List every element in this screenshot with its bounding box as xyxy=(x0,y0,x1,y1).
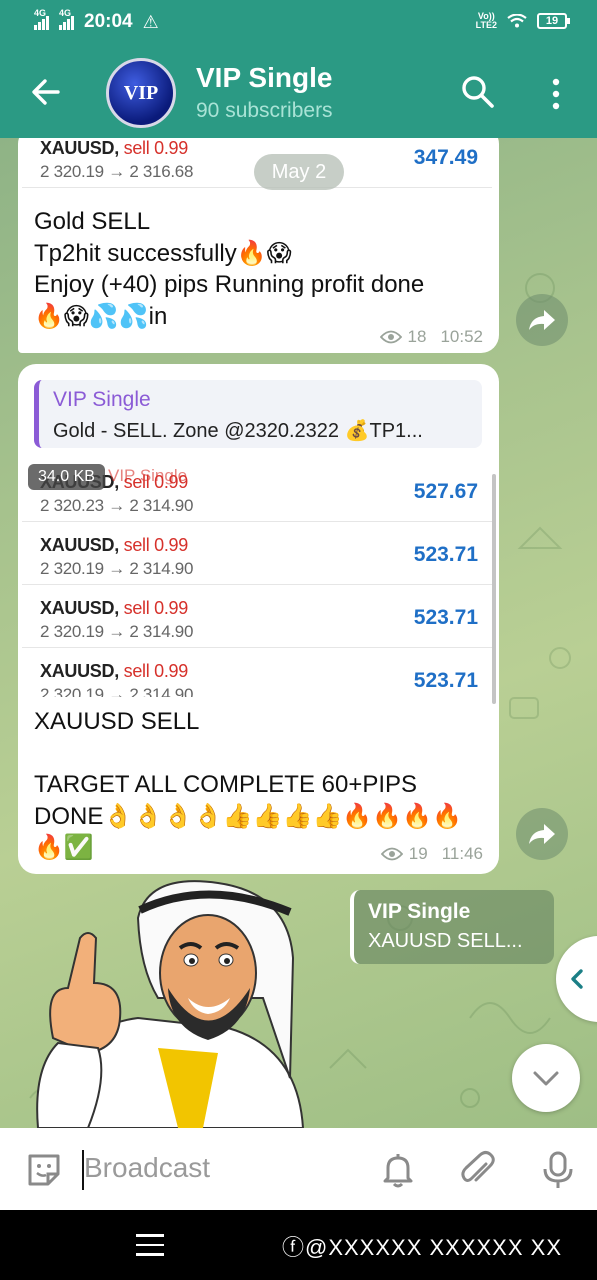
volte-bottom: LTE2 xyxy=(475,20,497,30)
forward-button-1[interactable] xyxy=(516,294,568,346)
battery-icon: 19 xyxy=(537,13,570,29)
system-nav-bar: ⓕ@XXXXXX XXXXXX XX xyxy=(0,1210,597,1280)
forward-button-2[interactable] xyxy=(516,808,568,860)
trade-symbol: XAUUSD, sell 0.99 xyxy=(40,138,188,159)
views-icon xyxy=(380,847,403,861)
reply-quote[interactable]: VIP Single Gold - SELL. Zone @2320.2322 … xyxy=(34,380,482,448)
trade-amount: 523.71 xyxy=(413,606,478,629)
volte-icon: Vo)) LTE2 xyxy=(476,12,497,30)
emoji-sticker-icon[interactable] xyxy=(24,1150,64,1190)
signal-icon-1: 4G xyxy=(34,8,49,30)
trade-range: 2 320.19 → 2 316.68 xyxy=(40,162,194,181)
chat-area[interactable]: XAUUSD, sell 0.99 2 320.19 → 2 316.68 34… xyxy=(0,138,597,1128)
trade-symbol: XAUUSD, sell 0.99 xyxy=(40,598,188,619)
views-icon xyxy=(379,330,402,344)
bell-icon[interactable] xyxy=(378,1150,418,1190)
status-bar: 4G 4G 20:04 ⚠ Vo)) LTE2 19 xyxy=(0,0,597,46)
sticker-reply-text: XAUUSD SELL... xyxy=(368,930,523,952)
signal-icon-2: 4G xyxy=(59,8,74,30)
reply-author: VIP Single xyxy=(53,388,151,411)
status-right: Vo)) LTE2 19 xyxy=(476,12,570,30)
trade-range: 2 320.19 → 2 314.90 xyxy=(40,559,194,578)
file-size-badge: 34.0 KB xyxy=(28,464,105,490)
watermark-text: ⓕ@XXXXXX XXXXXX XX xyxy=(282,1235,562,1260)
message-time: 11:46 xyxy=(441,844,483,863)
channel-title[interactable]: VIP Single xyxy=(196,62,332,94)
message-bubble-2[interactable]: VIP Single Gold - SELL. Zone @2320.2322 … xyxy=(18,364,499,874)
trade-row: XAUUSD, sell 0.99 2 320.19 → 2 314.90 52… xyxy=(22,586,492,648)
chat-header: VIP VIP Single 90 subscribers xyxy=(0,46,597,138)
trade-symbol-text: XAUUSD, xyxy=(40,598,119,618)
signal-2-label: 4G xyxy=(59,8,72,18)
trade-row: XAUUSD, sell 0.99 2 320.19 → 2 314.90 52… xyxy=(22,523,492,585)
more-options-icon[interactable] xyxy=(544,76,568,112)
trade-list-scrollbar[interactable] xyxy=(492,474,496,704)
share-arrow-icon xyxy=(529,824,555,844)
trade-amount: 527.67 xyxy=(413,480,478,503)
status-time: 20:04 xyxy=(84,11,133,32)
signal-1-label: 4G xyxy=(34,8,47,18)
trade-amount: 523.71 xyxy=(413,669,478,692)
trade-side: sell 0.99 xyxy=(123,535,189,555)
scroll-down-button[interactable] xyxy=(512,1044,580,1112)
chevron-down-icon xyxy=(533,1071,559,1086)
reply-text: Gold - SELL. Zone @2320.2322 💰TP1... xyxy=(53,420,423,442)
date-separator: May 2 xyxy=(254,154,344,190)
message-text: XAUUSD SELL TARGET ALL COMPLETE 60+PIPS … xyxy=(34,708,462,861)
wifi-icon xyxy=(507,14,527,28)
input-bar: Broadcast xyxy=(0,1128,597,1210)
attach-icon[interactable] xyxy=(458,1150,498,1190)
trade-amount: 347.49 xyxy=(413,146,478,169)
back-arrow-icon[interactable] xyxy=(26,72,66,112)
trade-range: 2 320.23 → 2 314.90 xyxy=(40,496,194,515)
sticker-reply-quote[interactable]: VIP Single XAUUSD SELL... xyxy=(350,890,554,964)
trade-side: sell 0.99 xyxy=(123,598,189,618)
trade-range: 2 320.19 → 2 314.90 xyxy=(40,685,194,697)
channel-avatar[interactable]: VIP xyxy=(106,58,176,128)
message-meta: 18 10:52 xyxy=(379,327,483,347)
views-count: 18 xyxy=(407,327,427,346)
sticker-reply-author: VIP Single xyxy=(368,900,471,923)
search-icon[interactable] xyxy=(460,74,496,110)
trade-amount: 523.71 xyxy=(413,543,478,566)
trade-symbol-text: XAUUSD, xyxy=(40,138,119,158)
subscriber-count: 90 subscribers xyxy=(196,99,333,122)
trade-symbol-text: XAUUSD, xyxy=(40,535,119,555)
message-time: 10:52 xyxy=(440,327,483,346)
sticker-thumbs-up[interactable] xyxy=(28,878,318,1128)
microphone-icon[interactable] xyxy=(538,1150,578,1190)
trade-side: sell 0.99 xyxy=(123,138,189,158)
broadcast-input[interactable]: Broadcast xyxy=(84,1152,210,1184)
trade-symbol: XAUUSD, sell 0.99 xyxy=(40,535,188,556)
views-count: 19 xyxy=(408,844,428,863)
trade-symbol-text: XAUUSD, xyxy=(40,661,119,681)
share-arrow-icon xyxy=(529,310,555,330)
trade-row: XAUUSD, sell 0.99 2 320.19 → 2 314.90 52… xyxy=(22,649,492,697)
chevron-left-icon xyxy=(571,969,583,989)
menu-icon[interactable] xyxy=(136,1234,164,1256)
status-left: 4G 4G 20:04 ⚠ xyxy=(34,8,159,33)
trade-side: sell 0.99 xyxy=(123,661,189,681)
message-meta: 19 11:46 xyxy=(380,844,483,864)
trade-range: 2 320.19 → 2 314.90 xyxy=(40,622,194,641)
ghost-label: VIP Single xyxy=(108,466,188,485)
trade-symbol: XAUUSD, sell 0.99 xyxy=(40,661,188,682)
warning-icon: ⚠ xyxy=(142,11,159,32)
message-text: Gold SELL Tp2hit successfully🔥😱 Enjoy (+… xyxy=(34,208,425,330)
